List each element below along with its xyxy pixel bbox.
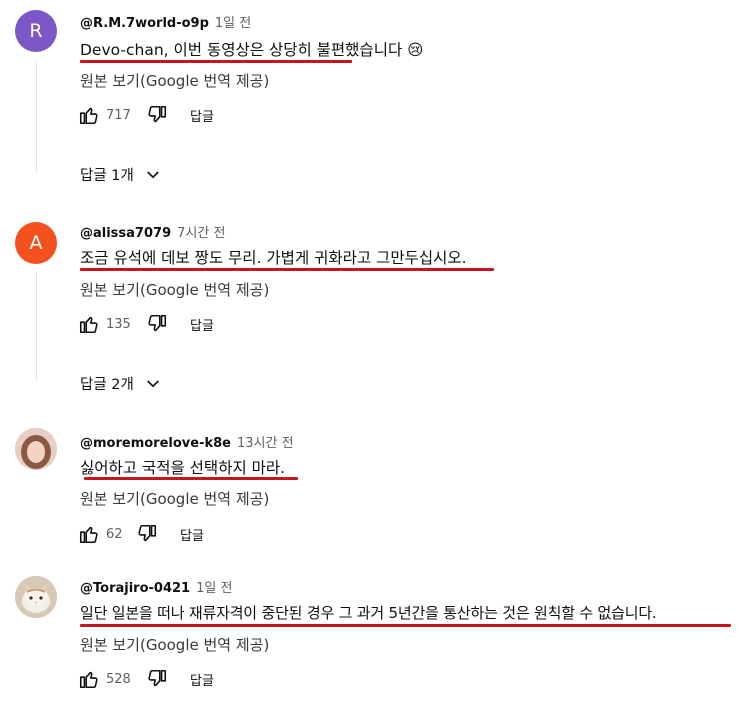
see-original-link[interactable]: 원본 보기(Google 번역 제공) (80, 634, 269, 655)
reply-button[interactable]: 답글 (180, 525, 204, 544)
highlight-underline (80, 624, 731, 627)
avatar-letter: R (29, 20, 43, 42)
timestamp[interactable]: 13시간 전 (237, 436, 294, 451)
replies-toggle[interactable]: 답글 1개 (80, 164, 162, 185)
like-count: 528 (106, 671, 131, 687)
reply-button[interactable]: 답글 (190, 670, 214, 689)
timestamp[interactable]: 1일 전 (215, 16, 251, 31)
comment-meta: @moremorelove-k8e 13시간 전 (80, 432, 294, 451)
comment-actions: 135 답글 (78, 313, 214, 335)
author-handle[interactable]: @alissa7079 (80, 226, 171, 241)
thumb-up-icon[interactable] (78, 523, 100, 545)
thumb-up-icon[interactable] (78, 313, 100, 335)
author-handle[interactable]: @Torajiro-0421 (80, 581, 190, 596)
comment-text: Devo-chan, 이번 동영상은 상당히 불편했습니다 😢 (80, 41, 424, 59)
timestamp[interactable]: 7시간 전 (177, 226, 225, 241)
comment-meta: @alissa7079 7시간 전 (80, 222, 225, 241)
like-count: 62 (106, 526, 123, 542)
avatar[interactable]: A (15, 222, 57, 264)
thumb-down-icon[interactable] (146, 104, 168, 126)
avatar[interactable] (15, 576, 57, 618)
see-original-link[interactable]: 원본 보기(Google 번역 제공) (80, 70, 269, 91)
comment-meta: @Torajiro-0421 1일 전 (80, 577, 232, 596)
replies-toggle[interactable]: 답글 2개 (80, 373, 162, 394)
highlight-underline (84, 477, 298, 480)
comment-actions: 62 답글 (78, 523, 204, 545)
replies-count: 답글 1개 (80, 168, 134, 184)
see-original-link[interactable]: 원본 보기(Google 번역 제공) (80, 279, 269, 300)
like-count: 717 (106, 107, 131, 123)
thumb-down-icon[interactable] (146, 668, 168, 690)
highlight-underline (80, 268, 494, 271)
comment-meta: @R.M.7world-o9p 1일 전 (80, 12, 251, 31)
avatar[interactable]: R (15, 10, 57, 52)
avatar[interactable] (15, 428, 57, 470)
reply-button[interactable]: 답글 (190, 106, 214, 125)
author-handle[interactable]: @moremorelove-k8e (80, 436, 231, 451)
reply-button[interactable]: 답글 (190, 315, 214, 334)
thumb-down-icon[interactable] (136, 523, 158, 545)
replies-count: 답글 2개 (80, 377, 134, 393)
comment-actions: 528 답글 (78, 668, 214, 690)
chevron-down-icon (147, 379, 159, 387)
thumb-down-icon[interactable] (146, 313, 168, 335)
author-handle[interactable]: @R.M.7world-o9p (80, 16, 209, 31)
chevron-down-icon (147, 170, 159, 178)
thread-line (36, 272, 37, 382)
comment-text: 싫어하고 국적을 선택하지 마라. (80, 459, 286, 477)
avatar-photo (15, 428, 57, 470)
like-count: 135 (106, 316, 131, 332)
see-original-link[interactable]: 원본 보기(Google 번역 제공) (80, 488, 269, 509)
comment-actions: 717 답글 (78, 104, 214, 126)
timestamp[interactable]: 1일 전 (196, 581, 232, 596)
avatar-photo (15, 576, 57, 618)
avatar-letter: A (29, 232, 43, 254)
thumb-up-icon[interactable] (78, 668, 100, 690)
highlight-underline (80, 60, 352, 63)
comment-text: 조금 유석에 데보 짱도 무리. 가볍게 귀화라고 그만두십시오. (80, 249, 467, 267)
comment-text: 일단 일본을 떠나 재류자격이 중단된 경우 그 과거 5년간을 통산하는 것은… (80, 604, 657, 622)
thumb-up-icon[interactable] (78, 104, 100, 126)
thread-line (36, 62, 37, 174)
